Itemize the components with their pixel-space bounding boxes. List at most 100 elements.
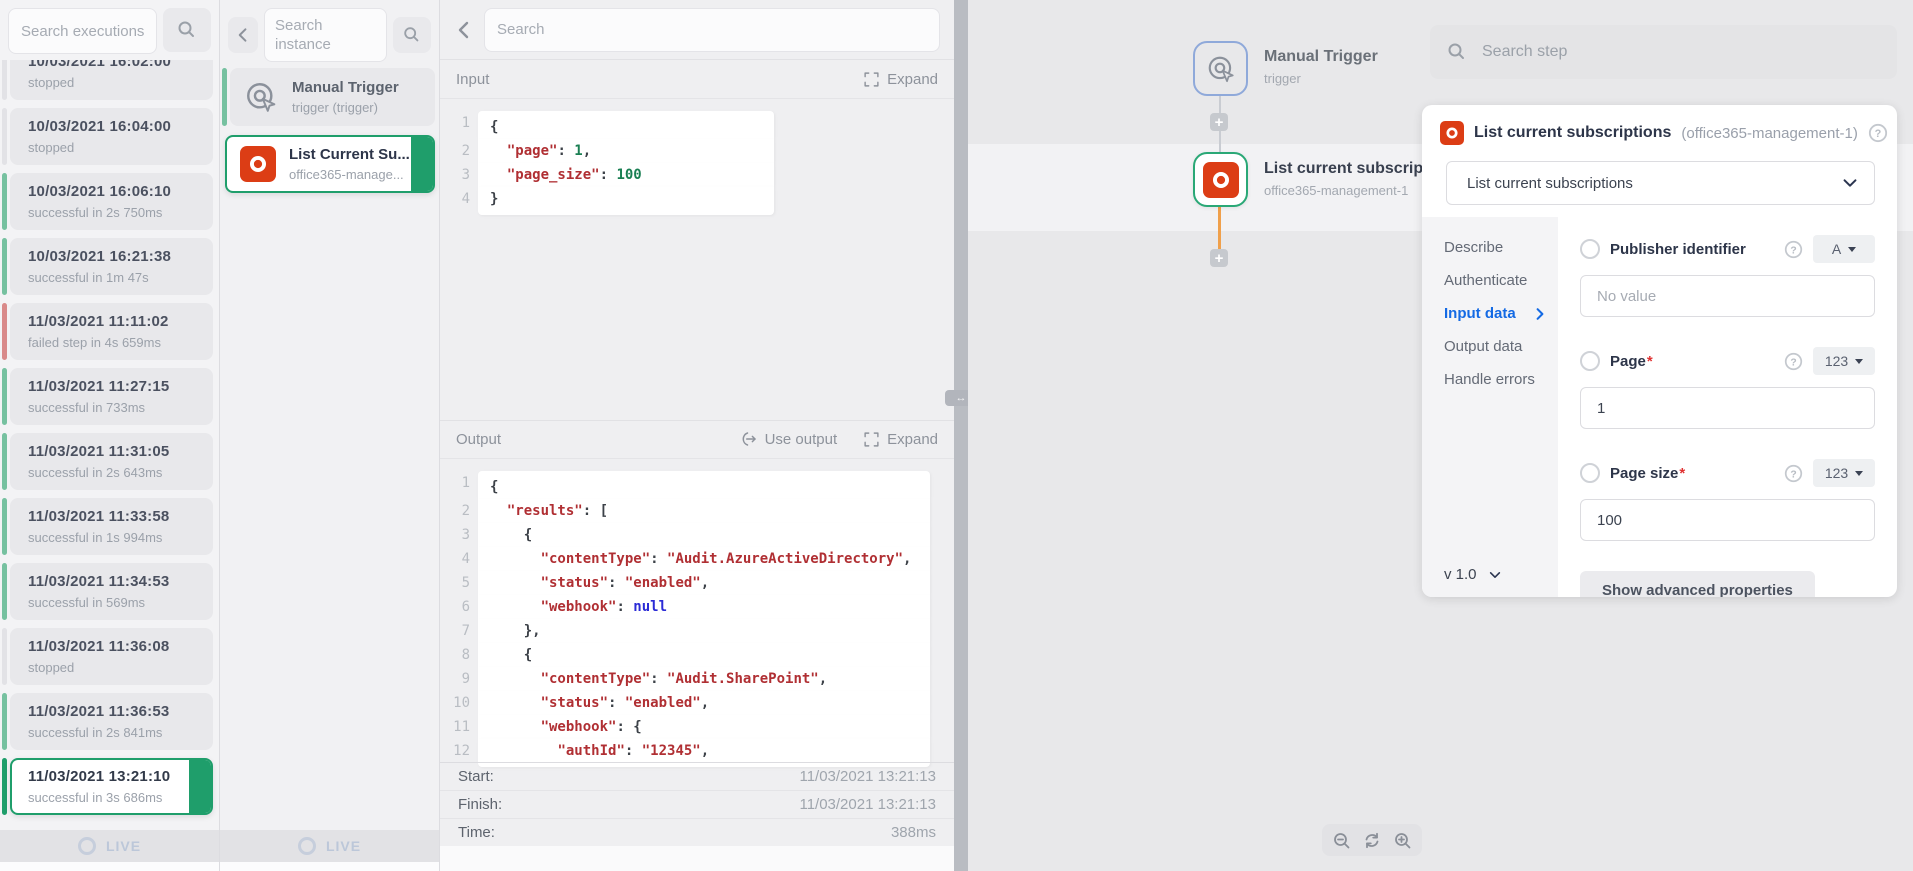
output-section-title: Output bbox=[456, 431, 501, 448]
output-json-viewer[interactable]: 1{2 "results": [3 {4 "contentType": "Aud… bbox=[440, 459, 954, 767]
input-json-viewer[interactable]: 1{2 "page": 1,3 "page_size": 1004} bbox=[440, 99, 954, 215]
search-executions-input[interactable] bbox=[8, 8, 157, 54]
search-icon bbox=[176, 19, 198, 41]
executions-panel: 10/03/2021 16:02:00 stopped 10/03/2021 1… bbox=[0, 0, 220, 871]
help-icon[interactable] bbox=[1784, 464, 1803, 483]
search-io-input[interactable] bbox=[484, 8, 940, 52]
version-selector[interactable]: v 1.0 bbox=[1444, 566, 1503, 583]
bottom-strip bbox=[0, 862, 219, 871]
expand-icon bbox=[863, 71, 880, 88]
field-label: Page* bbox=[1610, 353, 1653, 370]
execution-date: 10/03/2021 16:04:00 bbox=[28, 118, 199, 135]
node-manual-trigger[interactable] bbox=[1193, 41, 1248, 96]
field-type-selector[interactable]: A bbox=[1813, 235, 1875, 263]
bottom-strip bbox=[440, 846, 954, 871]
execution-date: 10/03/2021 16:02:00 bbox=[28, 60, 199, 70]
execution-date: 11/03/2021 11:11:02 bbox=[28, 313, 199, 330]
use-output-button[interactable]: Use output bbox=[740, 430, 838, 448]
execution-list-item[interactable]: 10/03/2021 16:06:10 successful in 2s 750… bbox=[2, 173, 213, 230]
chevron-down-icon bbox=[1855, 359, 1863, 364]
panel-resize-divider[interactable]: ↔ bbox=[954, 0, 968, 871]
page-input[interactable] bbox=[1580, 387, 1875, 429]
execution-status: successful in 2s 841ms bbox=[28, 725, 199, 740]
search-step-input[interactable] bbox=[1480, 42, 1881, 62]
execution-list-item[interactable]: 11/03/2021 13:21:10 successful in 3s 686… bbox=[2, 758, 213, 815]
node-list-current-subscriptions[interactable] bbox=[1193, 152, 1248, 207]
inspector-nav-handle-errors[interactable]: Handle errors bbox=[1422, 363, 1558, 396]
field-mode-radio[interactable] bbox=[1580, 239, 1600, 259]
status-strip bbox=[222, 68, 227, 126]
code-line: 11 "webhook": { bbox=[446, 715, 954, 739]
manual-trigger-icon bbox=[1206, 55, 1236, 83]
reset-zoom-button[interactable] bbox=[1362, 831, 1381, 850]
execution-list-item[interactable]: 10/03/2021 16:21:38 successful in 1m 47s bbox=[2, 238, 213, 295]
field-mode-radio[interactable] bbox=[1580, 463, 1600, 483]
execution-list-item[interactable]: 11/03/2021 11:36:08 stopped bbox=[2, 628, 213, 685]
office365-icon bbox=[1440, 121, 1464, 145]
inspector-nav-describe[interactable]: Describe bbox=[1422, 231, 1558, 264]
field-type-selector[interactable]: 123 bbox=[1813, 347, 1875, 375]
code-line: 4} bbox=[446, 187, 954, 215]
search-instance-button[interactable] bbox=[393, 17, 431, 53]
collapse-instance-panel-button[interactable] bbox=[228, 17, 258, 53]
help-icon[interactable] bbox=[1784, 240, 1803, 259]
zoom-in-button[interactable] bbox=[1393, 831, 1412, 850]
execution-list-item[interactable]: 11/03/2021 11:11:02 failed step in 4s 65… bbox=[2, 303, 213, 360]
expand-output-button[interactable]: Expand bbox=[863, 431, 938, 448]
office365-icon bbox=[239, 145, 277, 183]
meta-value: 11/03/2021 13:21:13 bbox=[799, 796, 936, 813]
status-strip bbox=[2, 238, 7, 295]
add-step-button[interactable]: + bbox=[1210, 113, 1228, 131]
meta-row: Finish: 11/03/2021 13:21:13 bbox=[440, 791, 954, 819]
inspector-header: List current subscriptions (office365-ma… bbox=[1422, 105, 1897, 151]
status-strip bbox=[2, 368, 7, 425]
expand-input-button[interactable]: Expand bbox=[863, 71, 938, 88]
field-type-selector[interactable]: 123 bbox=[1813, 459, 1875, 487]
meta-label: Finish: bbox=[458, 796, 502, 813]
add-step-button[interactable]: + bbox=[1210, 249, 1228, 267]
chevron-right-icon bbox=[1532, 306, 1548, 322]
operation-select[interactable]: List current subscriptions bbox=[1446, 161, 1875, 205]
meta-value: 388ms bbox=[891, 824, 936, 841]
status-strip bbox=[2, 108, 7, 165]
execution-list-item[interactable]: 11/03/2021 11:27:15 successful in 733ms bbox=[2, 368, 213, 425]
chevron-down-icon bbox=[1848, 247, 1856, 252]
field-mode-radio[interactable] bbox=[1580, 351, 1600, 371]
instance-live-toggle[interactable]: LIVE bbox=[220, 830, 439, 862]
inspector-nav-authenticate[interactable]: Authenticate bbox=[1422, 264, 1558, 297]
instance-step-item[interactable]: List Current Su... office365-manage... bbox=[225, 135, 435, 193]
show-advanced-properties-button[interactable]: Show advanced properties bbox=[1580, 571, 1815, 597]
chevron-left-icon[interactable] bbox=[454, 19, 474, 41]
execution-list-item[interactable]: 11/03/2021 11:31:05 successful in 2s 643… bbox=[2, 433, 213, 490]
execution-status: successful in 3s 686ms bbox=[28, 790, 199, 805]
inspector-nav-output-data[interactable]: Output data bbox=[1422, 330, 1558, 363]
execution-list-item[interactable]: 11/03/2021 11:34:53 successful in 569ms bbox=[2, 563, 213, 620]
publisher-identifier-input[interactable] bbox=[1580, 275, 1875, 317]
page-size-input[interactable] bbox=[1580, 499, 1875, 541]
executions-live-toggle[interactable]: LIVE bbox=[0, 830, 219, 862]
execution-list-item[interactable]: 10/03/2021 16:04:00 stopped bbox=[2, 108, 213, 165]
code-line: 9 "contentType": "Audit.SharePoint", bbox=[446, 667, 954, 691]
help-icon[interactable] bbox=[1868, 123, 1888, 143]
help-icon[interactable] bbox=[1784, 352, 1803, 371]
live-label: LIVE bbox=[106, 838, 141, 854]
meta-label: Start: bbox=[458, 768, 494, 785]
execution-status: stopped bbox=[28, 660, 199, 675]
search-executions-button[interactable] bbox=[163, 8, 211, 52]
status-strip bbox=[2, 303, 7, 360]
chevron-down-icon bbox=[1840, 173, 1860, 193]
inspector-nav-input-data[interactable]: Input data bbox=[1422, 297, 1558, 330]
execution-list-item[interactable]: 10/03/2021 16:02:00 stopped bbox=[2, 60, 213, 100]
meta-value: 11/03/2021 13:21:13 bbox=[799, 768, 936, 785]
step-subtitle: trigger (trigger) bbox=[292, 100, 399, 115]
use-output-icon bbox=[740, 430, 758, 448]
executions-list: 10/03/2021 16:02:00 stopped 10/03/2021 1… bbox=[0, 60, 219, 828]
execution-list-item[interactable]: 11/03/2021 11:33:58 successful in 1s 994… bbox=[2, 498, 213, 555]
search-instance-input[interactable]: Search instance bbox=[264, 8, 387, 62]
zoom-out-button[interactable] bbox=[1332, 831, 1351, 850]
execution-date: 11/03/2021 11:36:08 bbox=[28, 638, 199, 655]
code-line: 2 "page": 1, bbox=[446, 139, 954, 163]
instance-step-item[interactable]: Manual Trigger trigger (trigger) bbox=[222, 68, 435, 126]
execution-list-item[interactable]: 11/03/2021 11:36:53 successful in 2s 841… bbox=[2, 693, 213, 750]
publisher-identifier-field: Publisher identifier A bbox=[1580, 235, 1875, 317]
